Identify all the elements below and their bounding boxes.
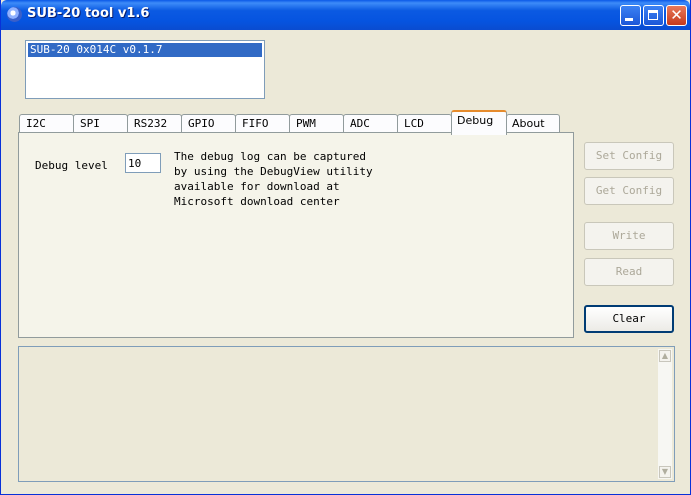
tab-adc[interactable]: ADC <box>343 114 398 133</box>
debug-info-text: The debug log can be captured by using t… <box>174 150 373 208</box>
tab-lcd[interactable]: LCD <box>397 114 452 133</box>
debug-panel: Debug level The debug log can be capture… <box>18 132 574 338</box>
read-button[interactable]: Read <box>584 258 674 286</box>
minimize-button[interactable] <box>620 5 641 26</box>
close-button[interactable]: ✕ <box>666 5 687 26</box>
clear-button[interactable]: Clear <box>584 305 674 333</box>
scroll-down-icon[interactable]: ▼ <box>659 466 671 478</box>
set-config-button[interactable]: Set Config <box>584 142 674 170</box>
title-bar[interactable]: SUB-20 tool v1.6 ✕ <box>1 0 690 30</box>
debug-level-input[interactable] <box>125 153 161 173</box>
window-title: SUB-20 tool v1.6 <box>27 6 150 21</box>
tab-about[interactable]: About <box>506 114 560 133</box>
app-window: SUB-20 tool v1.6 ✕ SUB-20 0x014C v0.1.7 … <box>0 0 691 495</box>
tab-pwm[interactable]: PWM <box>289 114 344 133</box>
device-list[interactable]: SUB-20 0x014C v0.1.7 <box>25 40 265 99</box>
tab-fifo[interactable]: FIFO <box>235 114 290 133</box>
tab-rs232[interactable]: RS232 <box>127 114 182 133</box>
tab-spi[interactable]: SPI <box>73 114 128 133</box>
log-output[interactable]: ▲ ▼ <box>18 346 675 482</box>
app-gear-icon <box>7 7 22 22</box>
log-scrollbar[interactable]: ▲ ▼ <box>658 349 672 479</box>
device-list-item[interactable]: SUB-20 0x014C v0.1.7 <box>28 43 262 57</box>
tab-gpio[interactable]: GPIO <box>181 114 236 133</box>
write-button[interactable]: Write <box>584 222 674 250</box>
scroll-up-icon[interactable]: ▲ <box>659 350 671 362</box>
debug-level-label: Debug level <box>35 159 108 172</box>
get-config-button[interactable]: Get Config <box>584 177 674 205</box>
close-icon: ✕ <box>670 6 683 24</box>
tab-debug[interactable]: Debug <box>451 110 507 135</box>
maximize-button[interactable] <box>643 5 664 26</box>
minimize-icon <box>625 18 633 21</box>
tab-i2c[interactable]: I2C <box>19 114 74 133</box>
maximize-icon <box>648 10 658 20</box>
